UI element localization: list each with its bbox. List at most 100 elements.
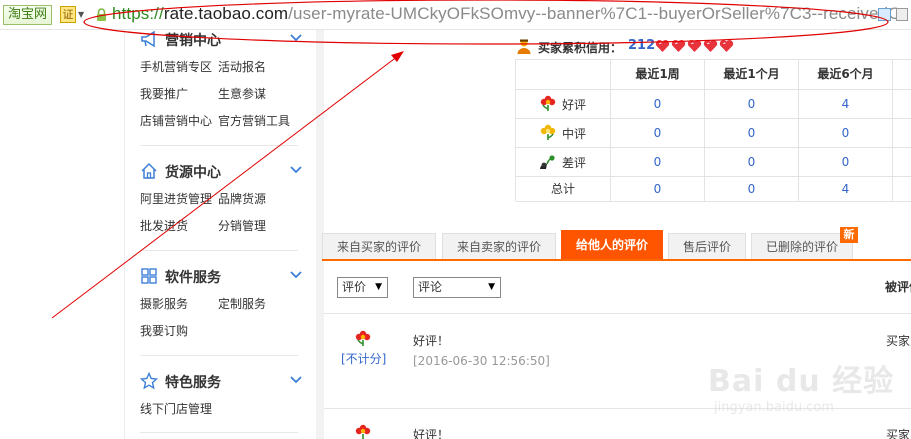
page-action-icon[interactable] bbox=[878, 8, 891, 21]
heart-icon bbox=[703, 40, 718, 52]
certificate-badge[interactable]: 证 bbox=[60, 6, 76, 23]
site-identity-label: 淘宝网 bbox=[8, 7, 48, 22]
rating-filter-select[interactable]: 评价 ▼ bbox=[337, 277, 388, 298]
chevron-down-icon[interactable] bbox=[290, 165, 302, 174]
table-cell[interactable]: 0 bbox=[611, 177, 705, 202]
chevron-down-icon[interactable]: ▼ bbox=[78, 10, 84, 19]
yellow-flower-icon bbox=[540, 124, 556, 140]
sidebar-link[interactable]: 线下门店管理 bbox=[140, 400, 212, 417]
table-corner bbox=[516, 60, 611, 90]
star-icon bbox=[140, 372, 158, 390]
table-cell[interactable]: 0 bbox=[799, 148, 893, 177]
rating-summary-table: 最近1周 最近1个月 最近6个月 好评 0 0 4 中评 0 0 0 差评 0 … bbox=[515, 59, 911, 202]
url-path: /user-myrate-UMCkyOFkSOmvy--banner%7C1--… bbox=[288, 4, 908, 23]
user-icon bbox=[517, 39, 531, 54]
sidebar-link[interactable]: 批发进货 bbox=[140, 217, 188, 234]
table-row-label: 好评 bbox=[516, 90, 611, 119]
credit-hearts bbox=[655, 39, 735, 56]
rating-label: 差评 bbox=[562, 156, 587, 170]
sidebar-link[interactable]: 手机营销专区 bbox=[140, 58, 212, 75]
table-row-label: 中评 bbox=[516, 119, 611, 148]
chevron-down-icon[interactable] bbox=[290, 270, 302, 279]
table-cell[interactable]: 4 bbox=[799, 90, 893, 119]
table-cell[interactable]: 0 bbox=[705, 119, 799, 148]
section-header[interactable]: 软件服务 bbox=[140, 265, 302, 287]
section-header[interactable]: 特色服务 bbox=[140, 370, 302, 392]
black-flower-icon bbox=[540, 155, 555, 169]
table-cell bbox=[893, 90, 911, 119]
chevron-down-icon: ▼ bbox=[488, 282, 495, 292]
comment-filter-select[interactable]: 评论 ▼ bbox=[413, 277, 501, 298]
heart-icon bbox=[687, 40, 702, 52]
sidebar-link[interactable]: 摄影服务 bbox=[140, 295, 188, 312]
sidebar-link[interactable]: 活动报名 bbox=[218, 58, 266, 75]
section-title: 货源中心 bbox=[165, 165, 221, 181]
address-bar[interactable]: 淘宝网 证 ▼ https://rate.taobao.com/user-myr… bbox=[0, 0, 911, 30]
section-divider bbox=[140, 250, 298, 251]
table-cell[interactable]: 0 bbox=[705, 148, 799, 177]
chevron-down-icon[interactable] bbox=[290, 375, 302, 384]
sidebar-link[interactable]: 分销管理 bbox=[218, 217, 266, 234]
column-header bbox=[893, 60, 911, 90]
section-title: 特色服务 bbox=[165, 375, 221, 391]
sidebar: 营销中心 手机营销专区 活动报名 我要推广 生意参谋 店铺营销中心 官方营销工具… bbox=[124, 28, 316, 439]
site-identity-chip[interactable]: 淘宝网 bbox=[3, 5, 53, 25]
credit-score[interactable]: 212 bbox=[628, 38, 655, 53]
section-divider bbox=[140, 145, 298, 146]
sidebar-link[interactable]: 生意参谋 bbox=[218, 85, 266, 102]
column-header: 最近1个月 bbox=[705, 60, 799, 90]
table-cell[interactable]: 0 bbox=[799, 119, 893, 148]
lock-icon bbox=[97, 8, 106, 21]
table-cell bbox=[893, 119, 911, 148]
watermark: Bai du 经验 jingyan.baidu.com bbox=[700, 352, 900, 437]
list-divider bbox=[324, 313, 911, 314]
rating-label: 好评 bbox=[562, 98, 587, 112]
section-title: 营销中心 bbox=[165, 33, 221, 49]
url-text[interactable]: https://rate.taobao.com/user-myrate-UMCk… bbox=[112, 4, 907, 24]
rating-label: 中评 bbox=[562, 127, 587, 141]
tab-deleted[interactable]: 已删除的评价 bbox=[751, 233, 853, 259]
heart-icon bbox=[719, 40, 734, 52]
tab-after-sales[interactable]: 售后评价 bbox=[668, 233, 746, 259]
tab-given-to-others[interactable]: 给他人的评价 bbox=[561, 230, 663, 259]
rated-party-header: 被评价 bbox=[885, 280, 911, 294]
url-scheme: https:// bbox=[112, 4, 164, 23]
credit-label: 买家累积信用： bbox=[538, 41, 623, 55]
review-text: 好评！ bbox=[413, 334, 450, 348]
chevron-down-icon[interactable] bbox=[290, 33, 302, 42]
sidebar-link[interactable]: 店铺营销中心 bbox=[140, 112, 212, 129]
extension-icon[interactable] bbox=[896, 8, 908, 21]
tab-from-buyers[interactable]: 来自买家的评价 bbox=[322, 233, 436, 259]
table-cell[interactable]: 0 bbox=[611, 90, 705, 119]
no-score-tag: [不计分] bbox=[341, 352, 387, 366]
watermark-logo: Bai du 经验 bbox=[708, 364, 895, 399]
section-header[interactable]: 货源中心 bbox=[140, 160, 302, 182]
table-cell[interactable]: 0 bbox=[611, 119, 705, 148]
table-cell[interactable]: 4 bbox=[799, 177, 893, 202]
sidebar-link[interactable]: 品牌货源 bbox=[218, 190, 266, 207]
table-cell[interactable]: 0 bbox=[611, 148, 705, 177]
sidebar-link[interactable]: 我要订购 bbox=[140, 322, 188, 339]
watermark-url: jingyan.baidu.com bbox=[714, 400, 834, 415]
megaphone-icon bbox=[141, 30, 155, 48]
column-header: 最近6个月 bbox=[799, 60, 893, 90]
table-cell bbox=[893, 148, 911, 177]
grid-apps-icon bbox=[141, 268, 157, 284]
section-title: 软件服务 bbox=[165, 270, 221, 286]
section-header[interactable]: 营销中心 bbox=[140, 28, 302, 50]
sidebar-link[interactable]: 我要推广 bbox=[140, 85, 188, 102]
select-value: 评论 bbox=[418, 280, 443, 294]
sidebar-link[interactable]: 定制服务 bbox=[218, 295, 266, 312]
tab-from-sellers[interactable]: 来自卖家的评价 bbox=[442, 233, 556, 259]
sidebar-section-special: 特色服务 线下门店管理 bbox=[140, 370, 302, 416]
table-cell[interactable]: 0 bbox=[705, 177, 799, 202]
url-host: rate.taobao.com bbox=[163, 4, 289, 23]
table-cell[interactable]: 0 bbox=[705, 90, 799, 119]
review-text: 好评！ bbox=[413, 428, 450, 439]
sidebar-section-sourcing: 货源中心 阿里进货管理 品牌货源 批发进货 分销管理 bbox=[140, 160, 302, 233]
column-header: 最近1周 bbox=[611, 60, 705, 90]
total-label: 总计 bbox=[516, 177, 611, 202]
sidebar-link[interactable]: 阿里进货管理 bbox=[140, 190, 212, 207]
sidebar-link[interactable]: 官方营销工具 bbox=[218, 112, 290, 129]
red-flower-icon bbox=[540, 95, 556, 111]
